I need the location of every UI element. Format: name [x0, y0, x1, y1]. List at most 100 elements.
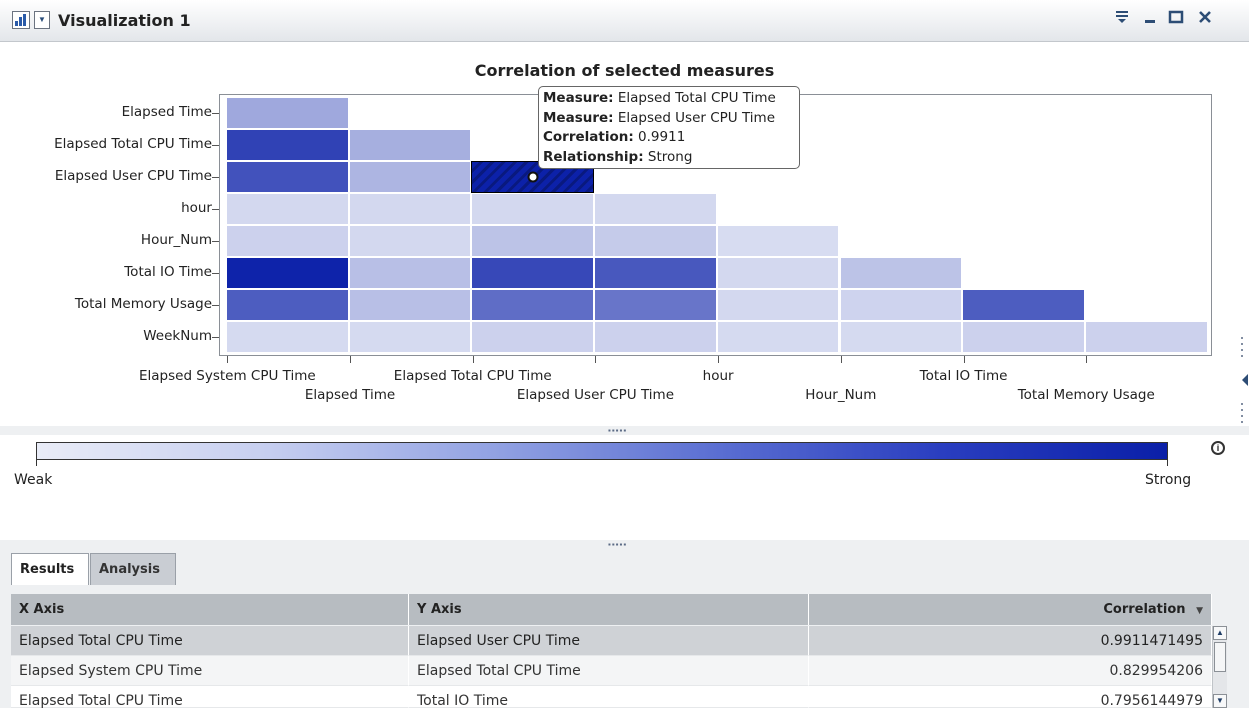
cell-correlation: 0.829954206	[809, 656, 1212, 686]
table-scrollbar[interactable]: ▲ ▼	[1212, 626, 1227, 708]
info-icon[interactable]: i	[1211, 441, 1225, 455]
y-axis-label: WeekNum	[143, 328, 212, 344]
y-axis-label: Elapsed User CPU Time	[54, 168, 212, 184]
x-axis-label: Elapsed Total CPU Time	[393, 368, 552, 384]
x-axis-label: Total Memory Usage	[1017, 387, 1155, 403]
column-header-correlation[interactable]: Correlation ▼	[809, 594, 1212, 625]
column-header-y-axis[interactable]: Y Axis	[409, 594, 809, 625]
heatmap-cell[interactable]	[226, 289, 349, 321]
y-axis-label: Hour_Num	[140, 232, 212, 248]
heatmap-cell[interactable]	[594, 257, 717, 289]
y-axis-label: Total Memory Usage	[74, 296, 212, 312]
legend-tick	[36, 460, 37, 466]
heatmap-cell[interactable]	[226, 161, 349, 193]
menu-icon[interactable]	[1115, 9, 1129, 30]
sort-descending-icon: ▼	[1196, 606, 1203, 616]
heatmap-icon	[15, 14, 26, 26]
cell-y-axis: Total IO Time	[409, 686, 809, 709]
x-axis-label: Total IO Time	[919, 368, 1008, 384]
heatmap-cell[interactable]	[594, 193, 717, 225]
column-header-x-axis[interactable]: X Axis	[11, 594, 409, 625]
heatmap-cell[interactable]	[839, 257, 963, 289]
heatmap-cell[interactable]	[226, 321, 349, 353]
heatmap-cell[interactable]	[962, 321, 1085, 353]
x-axis-label: Hour_Num	[805, 387, 877, 403]
heatmap-cell[interactable]	[226, 193, 349, 225]
visualization-type-button[interactable]	[12, 11, 30, 29]
heatmap-cell[interactable]	[962, 289, 1085, 321]
cell-tooltip: Measure: Elapsed Total CPU Time Measure:…	[538, 86, 800, 169]
heatmap-cell[interactable]	[839, 289, 963, 321]
cell-x-axis: Elapsed Total CPU Time	[11, 686, 409, 709]
y-axis-label: Elapsed Time	[121, 104, 212, 120]
cell-y-axis: Elapsed Total CPU Time	[409, 656, 809, 686]
heatmap-cell[interactable]	[348, 321, 472, 353]
x-axis-tick	[718, 356, 720, 363]
heatmap-cell[interactable]	[348, 193, 472, 225]
heatmap-cell[interactable]	[594, 289, 717, 321]
heatmap-cell[interactable]	[594, 321, 717, 353]
tab-analysis[interactable]: Analysis	[90, 553, 176, 585]
y-axis-tick	[212, 305, 219, 306]
legend-weak-label: Weak	[14, 472, 53, 488]
color-scale-bar	[36, 442, 1168, 460]
heatmap-cell[interactable]	[1084, 321, 1208, 353]
x-axis-tick	[1086, 356, 1088, 363]
heatmap-cell[interactable]	[471, 289, 595, 321]
tooltip-line-measure1: Measure: Elapsed Total CPU Time	[543, 90, 776, 106]
scroll-thumb[interactable]	[1214, 642, 1226, 672]
x-axis-label: hour	[702, 368, 734, 384]
heatmap-cell[interactable]	[348, 161, 472, 193]
heatmap-cell[interactable]	[839, 321, 963, 353]
maximize-icon[interactable]	[1168, 9, 1184, 30]
y-axis-tick	[212, 273, 219, 274]
heatmap-cell[interactable]	[471, 193, 595, 225]
heatmap-cell[interactable]	[226, 97, 349, 129]
side-panel-collapse-handle[interactable]	[1238, 330, 1249, 430]
minimize-icon[interactable]	[1143, 9, 1157, 30]
heatmap-cell[interactable]	[716, 289, 840, 321]
scroll-up-icon[interactable]: ▲	[1213, 626, 1227, 640]
cell-y-axis: Elapsed User CPU Time	[409, 626, 809, 656]
cell-x-axis: Elapsed Total CPU Time	[11, 626, 409, 656]
tooltip-line-correlation: Correlation: 0.9911	[543, 129, 686, 145]
heatmap-cell[interactable]	[348, 257, 472, 289]
y-axis-tick	[212, 241, 219, 242]
grip-icon: ▪▪▪▪▪	[608, 426, 628, 435]
chart-legend-splitter[interactable]: ▪▪▪▪▪	[0, 426, 1249, 435]
y-axis-label: Elapsed Total CPU Time	[54, 136, 212, 152]
x-axis-label: Elapsed System CPU Time	[138, 368, 316, 384]
x-axis-tick	[595, 356, 597, 363]
y-axis-tick	[212, 113, 219, 114]
x-axis-label: Elapsed User CPU Time	[516, 387, 675, 403]
tooltip-line-relationship: Relationship: Strong	[543, 148, 693, 165]
window-title: Visualization 1	[58, 11, 191, 30]
heatmap-cell[interactable]	[471, 321, 595, 353]
y-axis-tick	[212, 177, 219, 178]
close-icon[interactable]	[1197, 9, 1213, 30]
heatmap-cell[interactable]	[348, 129, 472, 161]
heatmap-cell[interactable]	[226, 225, 349, 257]
heatmap-cell[interactable]	[226, 257, 349, 289]
heatmap-cell[interactable]	[471, 257, 595, 289]
legend-tick	[1167, 460, 1168, 466]
heatmap-cell[interactable]	[716, 321, 840, 353]
cell-correlation: 0.9911471495	[809, 626, 1212, 656]
heatmap-cell[interactable]	[716, 257, 840, 289]
y-axis-tick	[212, 337, 219, 338]
tab-results[interactable]: Results	[11, 553, 89, 585]
heatmap-cell[interactable]	[716, 225, 840, 257]
selection-marker	[527, 171, 539, 183]
x-axis-tick	[472, 356, 474, 363]
heatmap-cell[interactable]	[226, 129, 349, 161]
chevron-down-icon[interactable]: ▼	[34, 11, 50, 29]
legend-strong-label: Strong	[1145, 472, 1192, 488]
y-axis-tick	[212, 145, 219, 146]
scroll-down-icon[interactable]: ▼	[1213, 694, 1227, 708]
heatmap-cell[interactable]	[471, 225, 595, 257]
heatmap-cell[interactable]	[348, 289, 472, 321]
heatmap-cell[interactable]	[348, 225, 472, 257]
heatmap-cell[interactable]	[594, 225, 717, 257]
column-header-correlation-label: Correlation	[1103, 602, 1186, 617]
x-axis-label: Elapsed Time	[304, 387, 396, 403]
